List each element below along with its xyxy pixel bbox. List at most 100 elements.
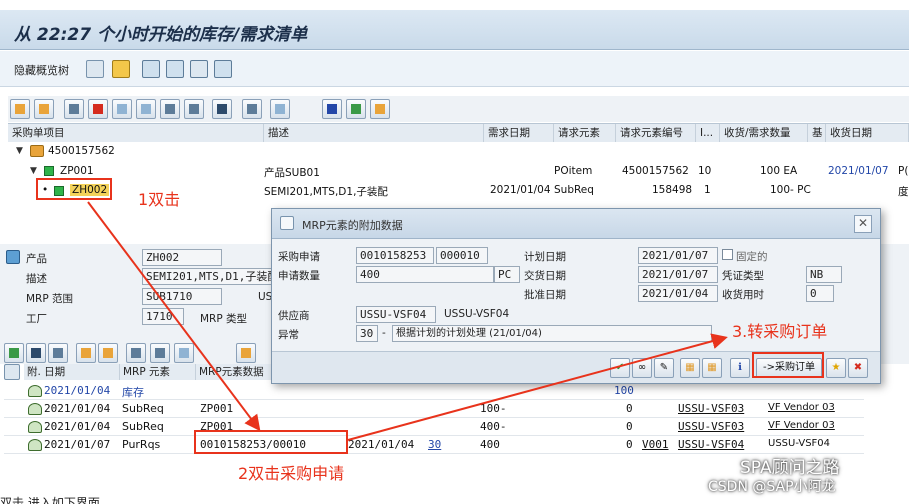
collapse-icon[interactable] (34, 99, 54, 119)
row-vendor-code[interactable]: V001 (642, 438, 669, 451)
description-label: 描述 (26, 273, 47, 285)
column-header[interactable]: I... (696, 124, 720, 142)
row-vendor[interactable]: USSU-VSF03 (678, 420, 744, 433)
find-icon[interactable] (212, 99, 232, 119)
edit-icon[interactable]: ✎ (654, 358, 674, 378)
print-icon[interactable] (242, 99, 262, 119)
tree-node-label[interactable]: 4500157562 (48, 145, 115, 157)
row-exception[interactable]: 30 (428, 438, 441, 451)
exception-separator: - (382, 327, 386, 339)
release-date-label: 批准日期 (524, 289, 566, 301)
column-header[interactable]: 收货日期 (826, 124, 909, 142)
confirm-icon[interactable]: ✔ (610, 358, 630, 378)
cancel-icon[interactable]: ✖ (848, 358, 868, 378)
plan-date-field[interactable]: 2021/01/07 (638, 247, 718, 264)
column-header[interactable]: 请求元素编号 (616, 124, 696, 142)
gr-time-label: 收货用时 (722, 289, 764, 301)
gr-time-field[interactable]: 0 (806, 285, 834, 302)
filter-settings-icon[interactable] (214, 60, 232, 78)
row-extra: 度 (898, 186, 909, 198)
refresh-icon[interactable] (64, 99, 84, 119)
copy-icon[interactable] (112, 99, 132, 119)
pr-item-field[interactable]: 000010 (436, 247, 488, 264)
column-header[interactable]: 请求元素 (554, 124, 616, 142)
hide-tree-button[interactable]: 隐藏概览树 (14, 62, 69, 78)
close-icon[interactable]: ✕ (854, 215, 872, 233)
table-row[interactable]: 2021/01/07 PurRqs 0010158253/00010 2021/… (4, 436, 864, 454)
qty-field[interactable]: 400 (356, 266, 494, 283)
column-header[interactable]: 需求日期 (484, 124, 554, 142)
export-icon[interactable] (346, 99, 366, 119)
edit-icon[interactable] (48, 343, 68, 363)
row-description: 产品SUB01 (264, 167, 320, 179)
refresh-icon[interactable] (142, 60, 160, 78)
delivery-date-field[interactable]: 2021/01/07 (638, 266, 718, 283)
product-label: 产品 (26, 253, 47, 265)
calendar-icon[interactable] (236, 343, 256, 363)
favorite-icon[interactable]: ★ (826, 358, 846, 378)
up-icon[interactable] (174, 343, 194, 363)
product-icon (6, 250, 20, 264)
description-field[interactable]: SEMI201,MTS,D1,子装配 (142, 268, 272, 285)
column-header[interactable]: 附. 日期 (24, 364, 120, 380)
column-header[interactable]: 基 (808, 124, 826, 142)
tree-icon[interactable]: ▦ (680, 358, 700, 378)
table-row[interactable]: 2021/01/04 SubReq ZP001 100- 0 USSU-VSF0… (4, 400, 864, 418)
sum-icon[interactable] (184, 99, 204, 119)
info-icon[interactable]: ℹ (730, 358, 750, 378)
delete-icon[interactable] (88, 99, 108, 119)
details-icon[interactable] (4, 364, 20, 380)
uom-field[interactable]: PC (494, 266, 520, 283)
expand-icon[interactable] (4, 343, 24, 363)
row-receipt: 400 (480, 438, 500, 451)
glasses-icon[interactable]: ∞ (632, 358, 652, 378)
filter-icon[interactable] (126, 343, 146, 363)
qty-label: 申请数量 (278, 270, 320, 282)
tree-node-label[interactable]: ZP001 (60, 165, 94, 177)
exception-text-field: 根据计划的计划处理 (21/01/04) (392, 325, 712, 342)
glasses-icon[interactable] (26, 343, 46, 363)
window-title: 从 22:27 个小时开始的库存/需求清单 (14, 25, 308, 45)
settings-icon[interactable] (190, 60, 208, 78)
expand-icon[interactable] (10, 99, 30, 119)
table-row[interactable]: 2021/01/04 SubReq ZP001 400- 0 USSU-VSF0… (4, 418, 864, 436)
row-vendor[interactable]: USSU-VSF03 (678, 402, 744, 415)
product-field[interactable]: ZH002 (142, 249, 222, 266)
row-item: 1 (704, 184, 711, 196)
dialog-icon (280, 216, 294, 230)
mrp-area-label: MRP 范围 (26, 293, 74, 305)
row-vendor[interactable]: USSU-VSF04 (678, 438, 744, 451)
row-available: 0 (626, 402, 633, 415)
layout-icon[interactable] (270, 99, 290, 119)
column-header[interactable]: MRP 元素 (120, 364, 196, 380)
tree-collapse-icon[interactable]: ▦ (702, 358, 722, 378)
sum-icon[interactable] (150, 343, 170, 363)
column-header[interactable]: 采购单项目 (8, 124, 264, 142)
exception-code-field[interactable]: 30 (356, 325, 378, 342)
plant-field[interactable]: 1710 (142, 308, 184, 325)
pr-number-field[interactable]: 0010158253 (356, 247, 434, 264)
column-header[interactable]: MRP元素数据 (196, 364, 272, 380)
exception-label: 异常 (278, 329, 299, 341)
release-date-field[interactable]: 2021/01/04 (638, 285, 718, 302)
row-element: 库存 (122, 386, 144, 399)
filter-icon[interactable] (160, 99, 180, 119)
expand-triangle-icon[interactable]: ▼ (16, 146, 23, 156)
expand-triangle-icon[interactable]: ▼ (30, 166, 37, 176)
tree-collapse-icon[interactable] (98, 343, 118, 363)
row-date: 2021/01/04 (44, 384, 111, 397)
document-icon[interactable] (86, 60, 104, 78)
table-row[interactable]: 2021/01/04 库存 100 (4, 382, 864, 400)
tree-icon[interactable] (76, 343, 96, 363)
filter-icon[interactable] (166, 60, 184, 78)
info-icon[interactable] (322, 99, 342, 119)
sort-icon[interactable] (136, 99, 156, 119)
details-icon[interactable] (370, 99, 390, 119)
fixed-checkbox[interactable] (722, 249, 733, 260)
people-icon[interactable] (112, 60, 130, 78)
vendor-field[interactable]: USSU-VSF04 (356, 306, 436, 323)
mrp-area-field[interactable]: SUB1710 (142, 288, 222, 305)
column-header[interactable]: 收货/需求数量 (720, 124, 808, 142)
column-header[interactable]: 描述 (264, 124, 484, 142)
doc-type-field[interactable]: NB (806, 266, 842, 283)
